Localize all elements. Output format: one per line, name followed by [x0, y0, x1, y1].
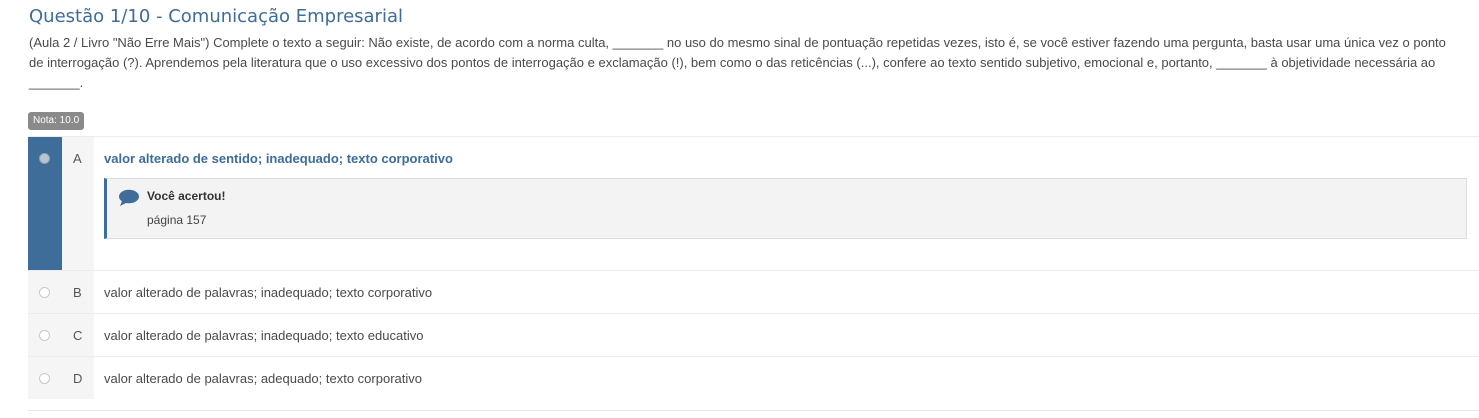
grade-badge: Nota: 10.0: [28, 112, 85, 130]
comment-icon: [119, 189, 139, 206]
option-a-text: valor alterado de sentido; inadequado; t…: [104, 151, 453, 166]
option-c[interactable]: C valor alterado de palavras; inadequado…: [28, 313, 1479, 356]
question-text: (Aula 2 / Livro "Não Erre Mais") Complet…: [29, 35, 1446, 90]
option-b-letter: B: [73, 285, 82, 300]
question-title: Questão 1/10 - Comunicação Empresarial: [29, 6, 403, 27]
feedback-box: Você acertou! página 157: [104, 178, 1467, 239]
bottom-divider: [28, 410, 1479, 411]
feedback-title: Você acertou!: [147, 189, 226, 203]
question-panel: Questão 1/10 - Comunicação Empresarial (…: [0, 0, 1479, 418]
option-d[interactable]: D valor alterado de palavras; adequado; …: [28, 356, 1479, 399]
option-c-radio[interactable]: [39, 330, 50, 341]
option-b-text: valor alterado de palavras; inadequado; …: [104, 285, 433, 300]
option-d-text: valor alterado de palavras; adequado; te…: [104, 371, 422, 386]
option-c-letter: C: [73, 328, 83, 343]
option-c-text: valor alterado de palavras; inadequado; …: [104, 328, 424, 343]
feedback-body: página 157: [147, 213, 207, 227]
option-b-radio[interactable]: [39, 287, 50, 298]
option-a-radio-column: [28, 137, 62, 270]
option-d-radio[interactable]: [39, 373, 50, 384]
option-d-letter: D: [73, 371, 83, 386]
option-a[interactable]: A valor alterado de sentido; inadequado;…: [28, 136, 1479, 270]
option-b[interactable]: B valor alterado de palavras; inadequado…: [28, 270, 1479, 313]
option-a-letter: A: [73, 151, 82, 166]
answer-options: A valor alterado de sentido; inadequado;…: [28, 136, 1479, 399]
option-a-radio[interactable]: [39, 153, 50, 164]
